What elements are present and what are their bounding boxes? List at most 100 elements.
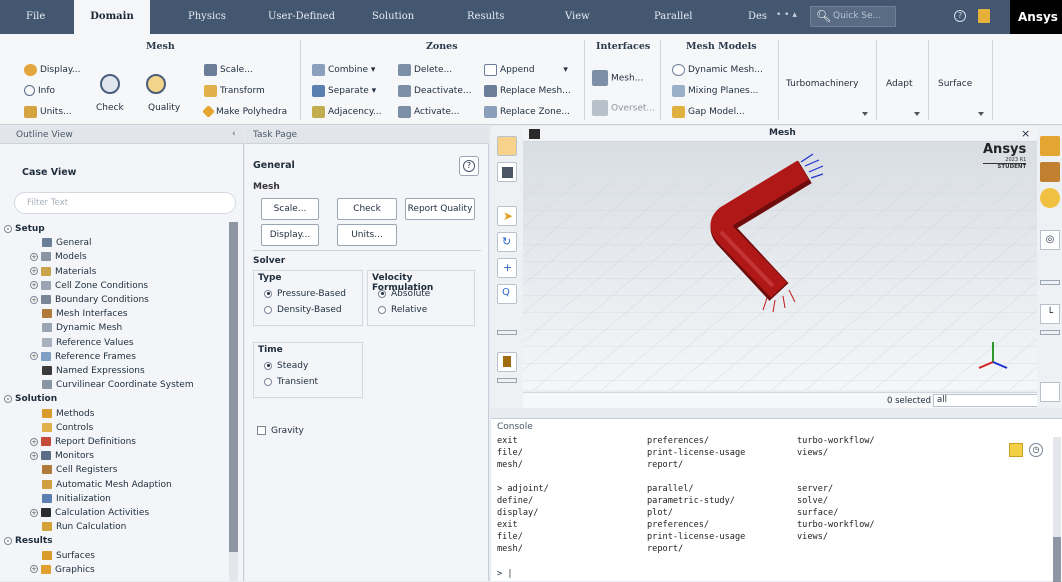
collapse-panel-icon[interactable]: ‹ xyxy=(232,129,236,139)
expand-icon[interactable]: + xyxy=(30,295,38,304)
turbomachinery-dropdown-icon[interactable] xyxy=(862,112,868,116)
save-picture-icon[interactable] xyxy=(1040,382,1060,402)
menu-domain[interactable]: Domain xyxy=(74,0,150,34)
outline-item-cell-zone-conditions[interactable]: + Cell Zone Conditions xyxy=(30,279,148,293)
console-clock-icon[interactable]: ◷ xyxy=(1029,443,1043,457)
outline-item-reference-values[interactable]: Reference Values xyxy=(42,336,134,350)
outline-item-solution[interactable]: - Solution xyxy=(4,392,57,406)
outline-item-reference-frames[interactable]: + Reference Frames xyxy=(30,350,136,364)
outline-item-curvilinear-coordinate-system[interactable]: Curvilinear Coordinate System xyxy=(42,378,194,392)
check-icon[interactable] xyxy=(100,74,120,94)
outline-item-mesh-interfaces[interactable]: Mesh Interfaces xyxy=(42,307,128,321)
outline-item-named-expressions[interactable]: Named Expressions xyxy=(42,364,145,378)
console-panel[interactable]: Console exit preferences/turbo-workflow/f… xyxy=(491,418,1062,582)
delete-button[interactable]: Delete... xyxy=(398,62,452,78)
transient-radio[interactable]: Transient xyxy=(264,377,318,387)
gravity-checkbox[interactable]: Gravity xyxy=(257,426,304,436)
material-icon[interactable] xyxy=(1040,188,1060,208)
quality-icon[interactable] xyxy=(146,74,166,94)
outline-item-models[interactable]: + Models xyxy=(30,250,87,264)
notes-icon[interactable] xyxy=(978,9,990,23)
replace-zone-button[interactable]: Replace Zone... xyxy=(484,104,570,120)
activate-button[interactable]: Activate... xyxy=(398,104,459,120)
expand-icon[interactable]: + xyxy=(30,437,38,446)
outline-item-setup[interactable]: - Setup xyxy=(4,222,45,236)
expand-icon[interactable]: + xyxy=(30,352,38,361)
surface-button[interactable]: Surface xyxy=(938,76,972,92)
collapse-icon[interactable] xyxy=(1040,280,1060,285)
pan-icon[interactable]: + xyxy=(497,258,517,278)
menu-file[interactable]: File xyxy=(26,0,45,34)
dynamic-mesh-button[interactable]: Dynamic Mesh... xyxy=(672,62,763,78)
report-quality-button[interactable]: Report Quality xyxy=(405,198,475,220)
filter-text-input[interactable]: Filter Text xyxy=(14,192,236,214)
outline-item-automatic-mesh-adaption[interactable]: Automatic Mesh Adaption xyxy=(42,478,172,492)
separate-button[interactable]: Separate ▾ xyxy=(312,83,376,99)
collapse-icon[interactable]: - xyxy=(4,536,12,545)
menu-overflow-icon[interactable]: • • ▴ xyxy=(776,10,797,20)
outline-item-general[interactable]: General xyxy=(42,236,91,250)
close-graphics-icon[interactable]: × xyxy=(1021,127,1030,140)
view-icon[interactable] xyxy=(1040,136,1060,156)
outline-item-report-definitions[interactable]: + Report Definitions xyxy=(30,435,136,449)
turbomachinery-button[interactable]: Turbomachinery xyxy=(786,76,858,92)
expand-icon[interactable]: + xyxy=(30,267,38,276)
outline-item-boundary-conditions[interactable]: + Boundary Conditions xyxy=(30,293,149,307)
menu-view[interactable]: View xyxy=(565,0,590,34)
append-button[interactable]: Append ▾ xyxy=(484,62,568,78)
mesh-viewport[interactable] xyxy=(523,142,1037,390)
adapt-dropdown-icon[interactable] xyxy=(914,112,920,116)
check-button[interactable]: Check xyxy=(96,100,124,116)
outline-item-dynamic-mesh[interactable]: Dynamic Mesh xyxy=(42,321,122,335)
annotate-icon[interactable] xyxy=(497,352,517,372)
expand-icon[interactable]: + xyxy=(30,281,38,290)
menu-design[interactable]: Des xyxy=(748,0,767,34)
replace-mesh-button[interactable]: Replace Mesh... xyxy=(484,83,571,99)
display-button[interactable]: Display... xyxy=(261,224,319,246)
outline-item-results[interactable]: - Results xyxy=(4,534,53,548)
collapse-icon[interactable] xyxy=(1040,330,1060,335)
gap-model-button[interactable]: Gap Model... xyxy=(672,104,745,120)
quality-button[interactable]: Quality xyxy=(148,100,180,116)
scale-button[interactable]: Scale... xyxy=(261,198,319,220)
outline-item-graphics[interactable]: + Graphics xyxy=(30,563,95,577)
menu-user-defined[interactable]: User-Defined xyxy=(268,0,335,34)
outline-item-monitors[interactable]: + Monitors xyxy=(30,449,94,463)
console-warning-icon[interactable] xyxy=(1009,443,1023,457)
menu-physics[interactable]: Physics xyxy=(188,0,226,34)
graphics-window[interactable]: Mesh × Ansys 2023 R1 STUDENT 0 selected … xyxy=(523,126,1053,408)
select-pointer-icon[interactable]: ➤ xyxy=(497,206,517,226)
interface-mesh-button[interactable]: Mesh... xyxy=(592,70,643,86)
outline-item-methods[interactable]: Methods xyxy=(42,407,94,421)
scale-button[interactable]: Scale... xyxy=(204,62,253,78)
units-button[interactable]: Units... xyxy=(337,224,397,246)
visibility-icon[interactable]: ◎ xyxy=(1040,230,1060,250)
console-prompt[interactable]: > | xyxy=(497,569,513,579)
relative-radio[interactable]: Relative xyxy=(378,305,427,315)
outline-item-run-calculation[interactable]: Run Calculation xyxy=(42,520,126,534)
toolbar-collapse-icon[interactable] xyxy=(497,330,517,335)
density-based-radio[interactable]: Density-Based xyxy=(264,305,342,315)
deactivate-button[interactable]: Deactivate... xyxy=(398,83,471,99)
expand-icon[interactable]: + xyxy=(30,565,38,574)
outline-scrollbar-thumb[interactable] xyxy=(229,222,238,552)
info-button[interactable]: Info xyxy=(24,83,55,99)
display-button[interactable]: Display... xyxy=(24,62,80,78)
absolute-radio[interactable]: Absolute xyxy=(378,289,430,299)
overset-button[interactable]: Overset... xyxy=(592,100,655,116)
adapt-button[interactable]: Adapt xyxy=(886,76,912,92)
adjacency-button[interactable]: Adjacency... xyxy=(312,104,382,120)
transform-button[interactable]: Transform xyxy=(204,83,265,99)
menu-results[interactable]: Results xyxy=(467,0,504,34)
make-polyhedra-button[interactable]: Make Polyhedra xyxy=(202,104,287,120)
outline-item-initialization[interactable]: Initialization xyxy=(42,492,111,506)
outline-item-surfaces[interactable]: Surfaces xyxy=(42,549,95,563)
steady-radio[interactable]: Steady xyxy=(264,361,308,371)
help-icon[interactable]: ? xyxy=(954,10,966,22)
fit-view-icon[interactable] xyxy=(497,136,517,156)
outline-item-cell-registers[interactable]: Cell Registers xyxy=(42,463,117,477)
quick-search[interactable]: 🔍︎ Quick Se... xyxy=(810,6,896,27)
orient-icon[interactable] xyxy=(497,162,517,182)
lights-icon[interactable] xyxy=(1040,162,1060,182)
console-scrollbar[interactable] xyxy=(1053,437,1061,582)
